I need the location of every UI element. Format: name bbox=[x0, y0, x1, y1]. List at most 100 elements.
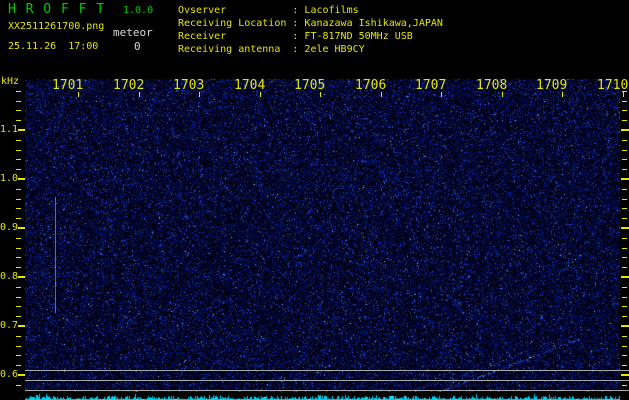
freq-tick-right bbox=[622, 101, 627, 102]
freq-tick-left bbox=[16, 169, 21, 170]
freq-tick-left bbox=[18, 227, 25, 229]
freq-tick-left bbox=[16, 110, 21, 111]
time-label: 1705 bbox=[294, 78, 326, 93]
freq-tick-right bbox=[622, 159, 627, 160]
hrofft-screen: H R O F F T 1.0.0 XX2511261700.png meteo… bbox=[0, 0, 629, 400]
freq-label: 0.6 bbox=[0, 369, 19, 380]
time-tick bbox=[502, 92, 503, 97]
freq-tick-right bbox=[622, 199, 627, 200]
freq-tick-left bbox=[16, 189, 21, 190]
freq-tick-right bbox=[622, 346, 627, 347]
freq-tick-right bbox=[621, 276, 629, 278]
time-label: 1708 bbox=[476, 78, 508, 93]
freq-tick-left bbox=[16, 218, 21, 219]
time-tick bbox=[381, 92, 382, 97]
freq-label: 0.9 bbox=[0, 222, 19, 233]
freq-tick-right bbox=[621, 129, 629, 131]
freq-tick-right bbox=[622, 316, 627, 317]
date-time-label: 25.11.26 17:00 bbox=[8, 41, 99, 52]
freq-tick-right bbox=[621, 325, 629, 327]
freq-tick-right bbox=[622, 110, 627, 111]
app-version: 1.0.0 bbox=[123, 5, 154, 16]
freq-tick-left bbox=[16, 385, 21, 386]
time-label: 1702 bbox=[113, 78, 145, 93]
time-tick bbox=[260, 92, 261, 97]
receiver-info-row: Ovserver : Lacofilms bbox=[178, 5, 359, 16]
freq-tick-left bbox=[16, 140, 21, 141]
freq-tick-right bbox=[622, 189, 627, 190]
freq-label: 0.8 bbox=[0, 271, 19, 282]
freq-tick-left bbox=[18, 276, 25, 278]
freq-tick-left bbox=[16, 355, 21, 356]
freq-tick-left bbox=[16, 257, 21, 258]
mode-label: meteor bbox=[113, 26, 153, 39]
time-tick bbox=[139, 92, 140, 97]
reference-line bbox=[25, 390, 629, 391]
time-label: 1703 bbox=[173, 78, 205, 93]
freq-tick-left bbox=[16, 238, 21, 239]
freq-tick-left bbox=[16, 287, 21, 288]
time-tick bbox=[320, 92, 321, 97]
freq-tick-right bbox=[622, 218, 627, 219]
freq-tick-right bbox=[622, 120, 627, 121]
freq-label: 1.1 bbox=[0, 124, 19, 135]
freq-tick-right bbox=[622, 267, 627, 268]
count-band-marker bbox=[55, 197, 56, 313]
freq-tick-left bbox=[16, 150, 21, 151]
receiver-info-block: Ovserver : Lacofilms Receiving Location :… bbox=[178, 4, 443, 56]
freq-tick-left bbox=[16, 248, 21, 249]
time-tick bbox=[441, 92, 442, 97]
freq-tick-left bbox=[18, 129, 25, 131]
app-title: H R O F F T bbox=[8, 2, 106, 17]
output-filename: XX2511261700.png bbox=[8, 21, 105, 32]
freq-tick-right bbox=[622, 140, 627, 141]
reference-line bbox=[25, 380, 629, 381]
freq-tick-left bbox=[16, 101, 21, 102]
signal-level-strip bbox=[25, 392, 620, 400]
time-label: 1701 bbox=[52, 78, 84, 93]
freq-tick-right bbox=[622, 297, 627, 298]
freq-tick-right bbox=[622, 150, 627, 151]
freq-tick-left bbox=[16, 336, 21, 337]
freq-tick-left bbox=[16, 267, 21, 268]
freq-tick-right bbox=[621, 178, 629, 180]
freq-tick-right bbox=[622, 306, 627, 307]
freq-tick-left bbox=[16, 365, 21, 366]
freq-tick-left bbox=[16, 120, 21, 121]
time-label: 1710 bbox=[597, 78, 629, 93]
freq-tick-right bbox=[622, 287, 627, 288]
time-label: 1709 bbox=[536, 78, 568, 93]
freq-tick-left bbox=[16, 306, 21, 307]
freq-tick-left bbox=[16, 159, 21, 160]
freq-tick-right bbox=[622, 336, 627, 337]
freq-tick-right bbox=[622, 355, 627, 356]
time-tick bbox=[562, 92, 563, 97]
time-label: 1706 bbox=[355, 78, 387, 93]
time-tick bbox=[623, 92, 624, 97]
freq-label: 1.0 bbox=[0, 173, 19, 184]
freq-label: 0.7 bbox=[0, 320, 19, 331]
time-tick bbox=[78, 92, 79, 97]
freq-unit-label: kHz bbox=[1, 76, 20, 87]
freq-tick-left bbox=[18, 178, 25, 180]
freq-tick-right bbox=[622, 208, 627, 209]
freq-tick-right bbox=[622, 257, 627, 258]
meteor-count: 0 bbox=[134, 40, 141, 53]
freq-tick-right bbox=[621, 227, 629, 229]
freq-tick-left bbox=[16, 199, 21, 200]
freq-tick-left bbox=[16, 346, 21, 347]
freq-tick-right bbox=[622, 248, 627, 249]
freq-tick-left bbox=[16, 316, 21, 317]
reference-line bbox=[25, 370, 629, 371]
freq-tick-right bbox=[622, 385, 627, 386]
spectrogram-canvas bbox=[25, 79, 620, 392]
freq-tick-left bbox=[16, 208, 21, 209]
time-tick bbox=[199, 92, 200, 97]
freq-tick-right bbox=[622, 238, 627, 239]
freq-tick-left bbox=[18, 374, 25, 376]
receiver-info-row: Receiving antenna : 2ele HB9CY bbox=[178, 44, 365, 55]
receiver-info-row: Receiving Location : Kanazawa Ishikawa,J… bbox=[178, 18, 443, 29]
freq-tick-left bbox=[18, 325, 25, 327]
freq-tick-left bbox=[16, 91, 21, 92]
receiver-info-row: Receiver : FT-817ND 50MHz USB bbox=[178, 31, 413, 42]
